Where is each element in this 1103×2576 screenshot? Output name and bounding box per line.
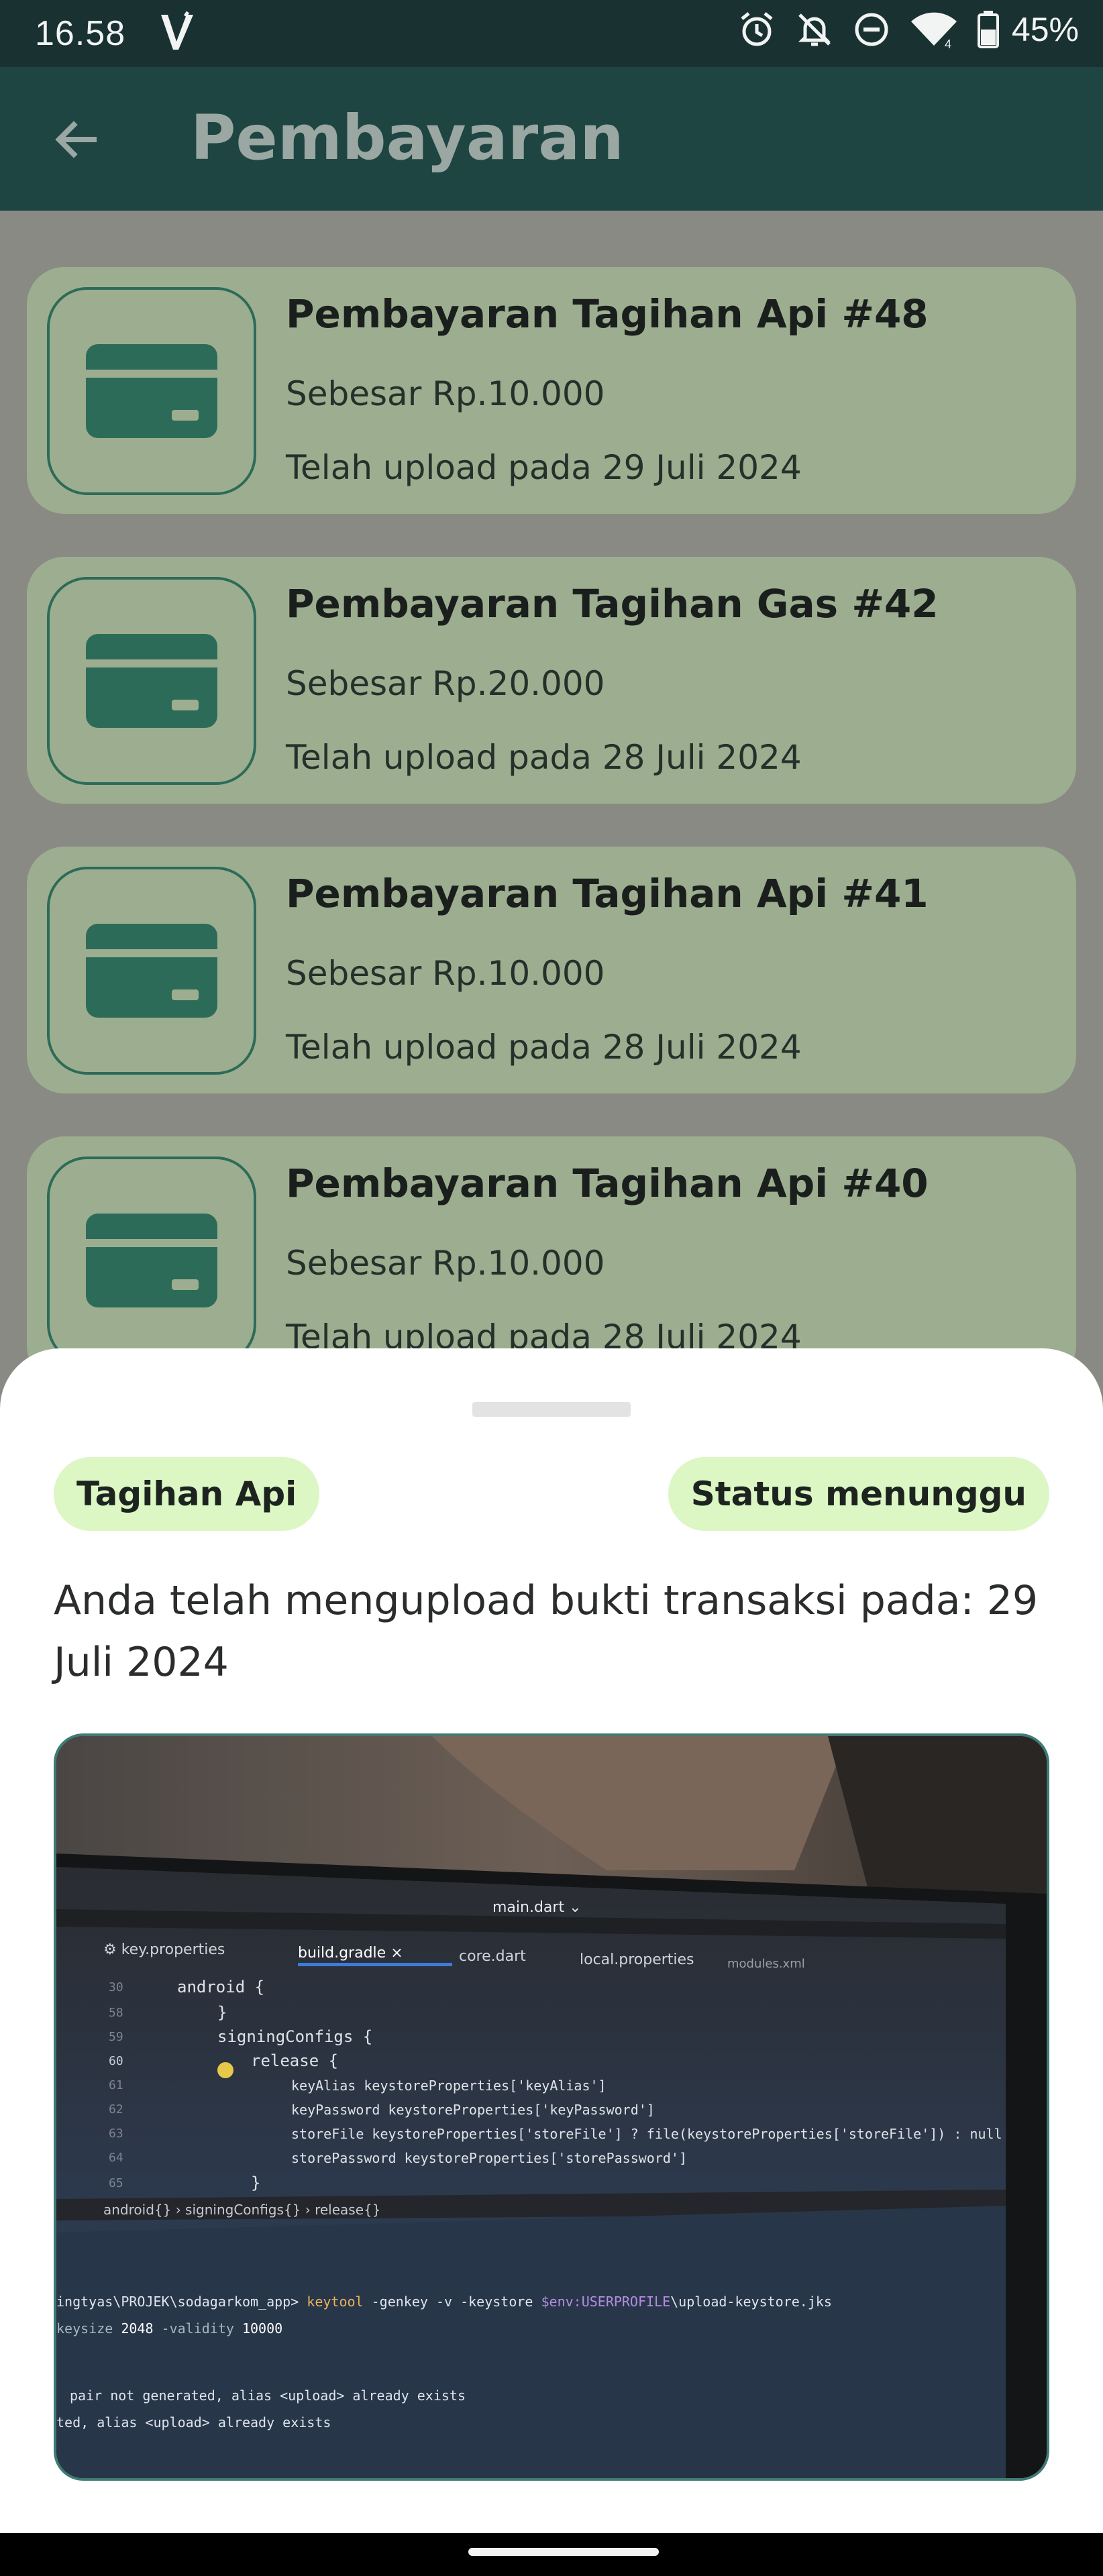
- svg-text:63: 63: [109, 2127, 123, 2141]
- bill-type-chip: Tagihan Api: [54, 1457, 320, 1531]
- svg-text:pair not generated, alias <upl: pair not generated, alias <upload> alrea…: [70, 2387, 466, 2404]
- svg-text:keyPassword keystoreProperties: keyPassword keystoreProperties['keyPassw…: [291, 2102, 655, 2118]
- battery-percentage: 45%: [1011, 11, 1079, 48]
- card-icon-container: [47, 287, 256, 495]
- svg-text:keyAlias keystoreProperties['k: keyAlias keystoreProperties['keyAlias']: [291, 2078, 607, 2094]
- credit-card-icon: [86, 1214, 217, 1307]
- wifi-icon: 4: [908, 9, 959, 50]
- svg-text:⚙ key.properties: ⚙ key.properties: [103, 1941, 225, 1958]
- svg-text:core.dart: core.dart: [459, 1948, 526, 1965]
- detail-bottom-sheet: Tagihan Api Status menunggu Anda telah m…: [0, 1348, 1103, 2533]
- system-nav-bar: [0, 2533, 1103, 2576]
- proof-photo-image: main.dart ⌄ ⚙ key.properties build.gradl…: [56, 1736, 1047, 2478]
- back-button[interactable]: [44, 107, 109, 172]
- svg-text:build.gradle ×: build.gradle ×: [298, 1945, 403, 1962]
- svg-text:62: 62: [109, 2102, 123, 2116]
- svg-text:61: 61: [109, 2078, 123, 2092]
- svg-text:58: 58: [109, 2006, 123, 2020]
- payment-amount: Sebesar Rp.10.000: [286, 1244, 605, 1283]
- payment-amount: Sebesar Rp.20.000: [286, 664, 605, 703]
- svg-text:android{} › signingConfigs{}: android{} › signingConfigs{} › release{}: [103, 2202, 380, 2218]
- proof-photo[interactable]: main.dart ⌄ ⚙ key.properties build.gradl…: [54, 1733, 1049, 2481]
- payment-title: Pembayaran Tagihan Api #48: [286, 291, 929, 337]
- payment-date: Telah upload pada 28 Juli 2024: [286, 1028, 802, 1067]
- svg-text:keysize 2048 -validity 10000: keysize 2048 -validity 10000: [56, 2320, 282, 2337]
- credit-card-icon: [86, 924, 217, 1018]
- svg-text:}: }: [251, 2174, 260, 2192]
- payment-card[interactable]: Pembayaran Tagihan Api #40 Sebesar Rp.10…: [27, 1136, 1076, 1383]
- svg-text:modules.xml: modules.xml: [727, 1957, 805, 1971]
- svg-text:release {: release {: [251, 2051, 338, 2070]
- svg-text:android {: android {: [177, 1978, 264, 1996]
- credit-card-icon: [86, 634, 217, 728]
- svg-text:storeFile keystoreProperties[': storeFile keystoreProperties['storeFile'…: [291, 2126, 1002, 2142]
- svg-text:ingtyas\PROJEK\sodagarkom_app>: ingtyas\PROJEK\sodagarkom_app> keytool -…: [56, 2294, 832, 2310]
- svg-text:storePassword keystoreProperti: storePassword keystoreProperties['storeP…: [291, 2150, 687, 2166]
- svg-text:}: }: [217, 2003, 227, 2022]
- svg-text:30: 30: [109, 1980, 123, 1994]
- status-chip: Status menunggu: [668, 1457, 1049, 1531]
- upload-message: Anda telah mengupload bukti transaksi pa…: [54, 1577, 1039, 1686]
- svg-text:65: 65: [109, 2176, 123, 2190]
- svg-text:ted, alias <upload> already ex: ted, alias <upload> already exists: [56, 2414, 331, 2430]
- payment-card[interactable]: Pembayaran Tagihan Api #41 Sebesar Rp.10…: [27, 847, 1076, 1093]
- payment-title: Pembayaran Tagihan Api #41: [286, 871, 929, 916]
- payment-card[interactable]: Pembayaran Tagihan Api #48 Sebesar Rp.10…: [27, 267, 1076, 514]
- card-icon-container: [47, 577, 256, 785]
- svg-text:signingConfigs {: signingConfigs {: [217, 2027, 372, 2046]
- app-bar: Pembayaran: [0, 67, 1103, 211]
- card-icon-container: [47, 1157, 256, 1364]
- payment-amount: Sebesar Rp.10.000: [286, 954, 605, 993]
- bell-off-icon: [794, 9, 835, 50]
- page-title: Pembayaran: [191, 102, 624, 174]
- v-logo-icon: [158, 11, 196, 57]
- payment-card[interactable]: Pembayaran Tagihan Gas #42 Sebesar Rp.20…: [27, 557, 1076, 804]
- svg-text:4: 4: [945, 38, 951, 50]
- do-not-disturb-icon: [852, 10, 891, 49]
- credit-card-icon: [86, 344, 217, 438]
- svg-text:60: 60: [109, 2054, 123, 2068]
- sheet-drag-handle[interactable]: [472, 1402, 631, 1417]
- svg-text:59: 59: [109, 2030, 123, 2044]
- status-time: 16.58: [35, 14, 126, 53]
- card-icon-container: [47, 867, 256, 1075]
- payment-title: Pembayaran Tagihan Api #40: [286, 1161, 929, 1206]
- svg-text:main.dart ⌄: main.dart ⌄: [492, 1899, 582, 1916]
- svg-text:64: 64: [109, 2151, 123, 2165]
- payment-date: Telah upload pada 28 Juli 2024: [286, 738, 802, 777]
- payment-amount: Sebesar Rp.10.000: [286, 374, 605, 413]
- home-gesture-handle[interactable]: [468, 2548, 659, 2556]
- alarm-icon: [737, 9, 777, 50]
- payment-title: Pembayaran Tagihan Gas #42: [286, 581, 939, 627]
- svg-text:local.properties: local.properties: [580, 1951, 694, 1968]
- arrow-left-icon: [55, 121, 97, 158]
- payment-date: Telah upload pada 29 Juli 2024: [286, 448, 802, 487]
- status-bar: 16.58 4 45%: [0, 0, 1103, 67]
- battery-icon: [977, 9, 1000, 50]
